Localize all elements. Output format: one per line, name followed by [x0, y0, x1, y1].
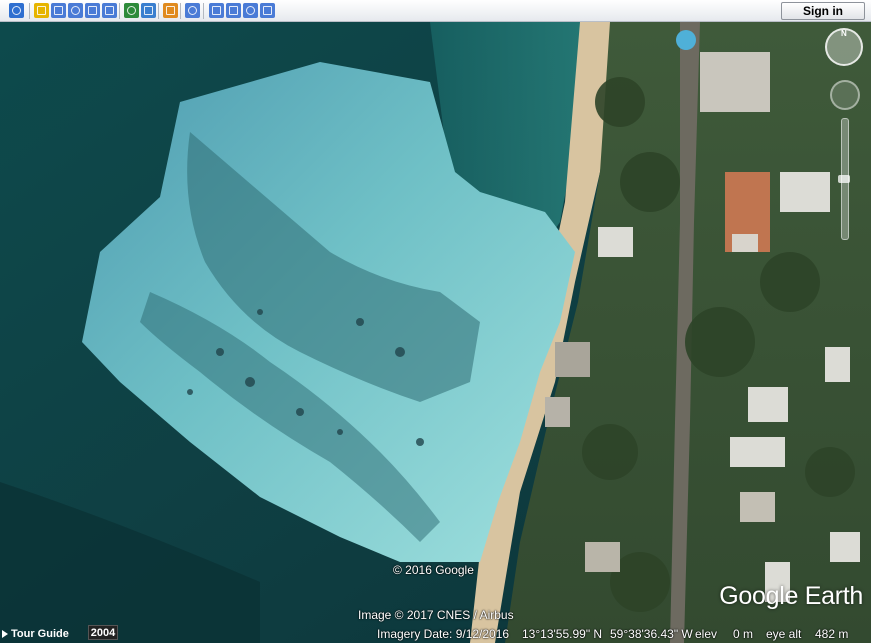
toolbar-separator — [29, 3, 30, 19]
sidebar-toggle-button[interactable] — [9, 3, 24, 18]
add-path-button[interactable] — [68, 3, 83, 18]
print-button[interactable] — [226, 3, 241, 18]
sunlight-icon — [144, 6, 153, 15]
compass-ring[interactable]: N — [825, 28, 863, 66]
zoom-slider[interactable] — [838, 118, 850, 240]
historical-year-badge[interactable]: 2004 — [88, 625, 118, 640]
sunlight-button[interactable] — [141, 3, 156, 18]
navigation-controls: N — [825, 28, 865, 240]
planets-icon — [166, 6, 175, 15]
status-bar: Tour Guide 2004 Imagery Date: 9/12/2016 … — [0, 625, 871, 643]
planets-button[interactable] — [163, 3, 178, 18]
latitude-readout: 13°13'55.99" N — [522, 627, 603, 641]
toolbar-separator — [203, 3, 204, 19]
toolbar-separator — [180, 3, 181, 19]
add-overlay-button[interactable] — [85, 3, 100, 18]
sidebar-toggle-icon — [12, 6, 21, 15]
map-view[interactable]: © 2016 Google Image © 2017 CNES / Airbus… — [0, 22, 871, 643]
toolbar-separator — [119, 3, 120, 19]
add-placemark-icon — [37, 6, 46, 15]
add-path-icon — [71, 6, 80, 15]
toolbar: Sign in — [0, 0, 871, 22]
toolbar-separator — [158, 3, 159, 19]
historical-imagery-button[interactable] — [124, 3, 139, 18]
save-image-icon — [246, 6, 255, 15]
imagery-date: Imagery Date: 9/12/2016 — [377, 627, 510, 641]
look-joystick[interactable] — [830, 80, 860, 110]
longitude-readout: 59°38'36.43" W — [610, 627, 693, 641]
sign-in-button[interactable]: Sign in — [781, 2, 865, 20]
add-polygon-button[interactable] — [51, 3, 66, 18]
add-overlay-icon — [88, 6, 97, 15]
ruler-button[interactable] — [185, 3, 200, 18]
view-in-maps-button[interactable] — [260, 3, 275, 18]
elev-value: 0 m — [733, 627, 754, 641]
north-icon: N — [841, 29, 847, 38]
add-placemark-button[interactable] — [34, 3, 49, 18]
print-icon — [229, 6, 238, 15]
tour-guide-label: Tour Guide — [11, 627, 69, 640]
satellite-imagery — [0, 22, 871, 643]
eye-alt-label: eye alt — [766, 627, 802, 641]
image-credit: Image © 2017 CNES / Airbus — [358, 608, 514, 622]
email-icon — [212, 6, 221, 15]
google-copyright: © 2016 Google — [393, 563, 474, 577]
save-image-button[interactable] — [243, 3, 258, 18]
record-tour-button[interactable] — [102, 3, 117, 18]
record-tour-icon — [105, 6, 114, 15]
historical-imagery-icon — [127, 6, 136, 15]
eye-alt-value: 482 m — [815, 627, 849, 641]
zoom-knob[interactable] — [838, 175, 850, 183]
email-button[interactable] — [209, 3, 224, 18]
elev-label: elev — [695, 627, 718, 641]
view-in-maps-icon — [263, 6, 272, 15]
google-earth-logo: Google Earth — [719, 582, 863, 610]
ruler-icon — [188, 6, 197, 15]
add-polygon-icon — [54, 6, 63, 15]
play-icon — [2, 629, 8, 638]
tour-guide-button[interactable]: Tour Guide — [2, 626, 69, 641]
